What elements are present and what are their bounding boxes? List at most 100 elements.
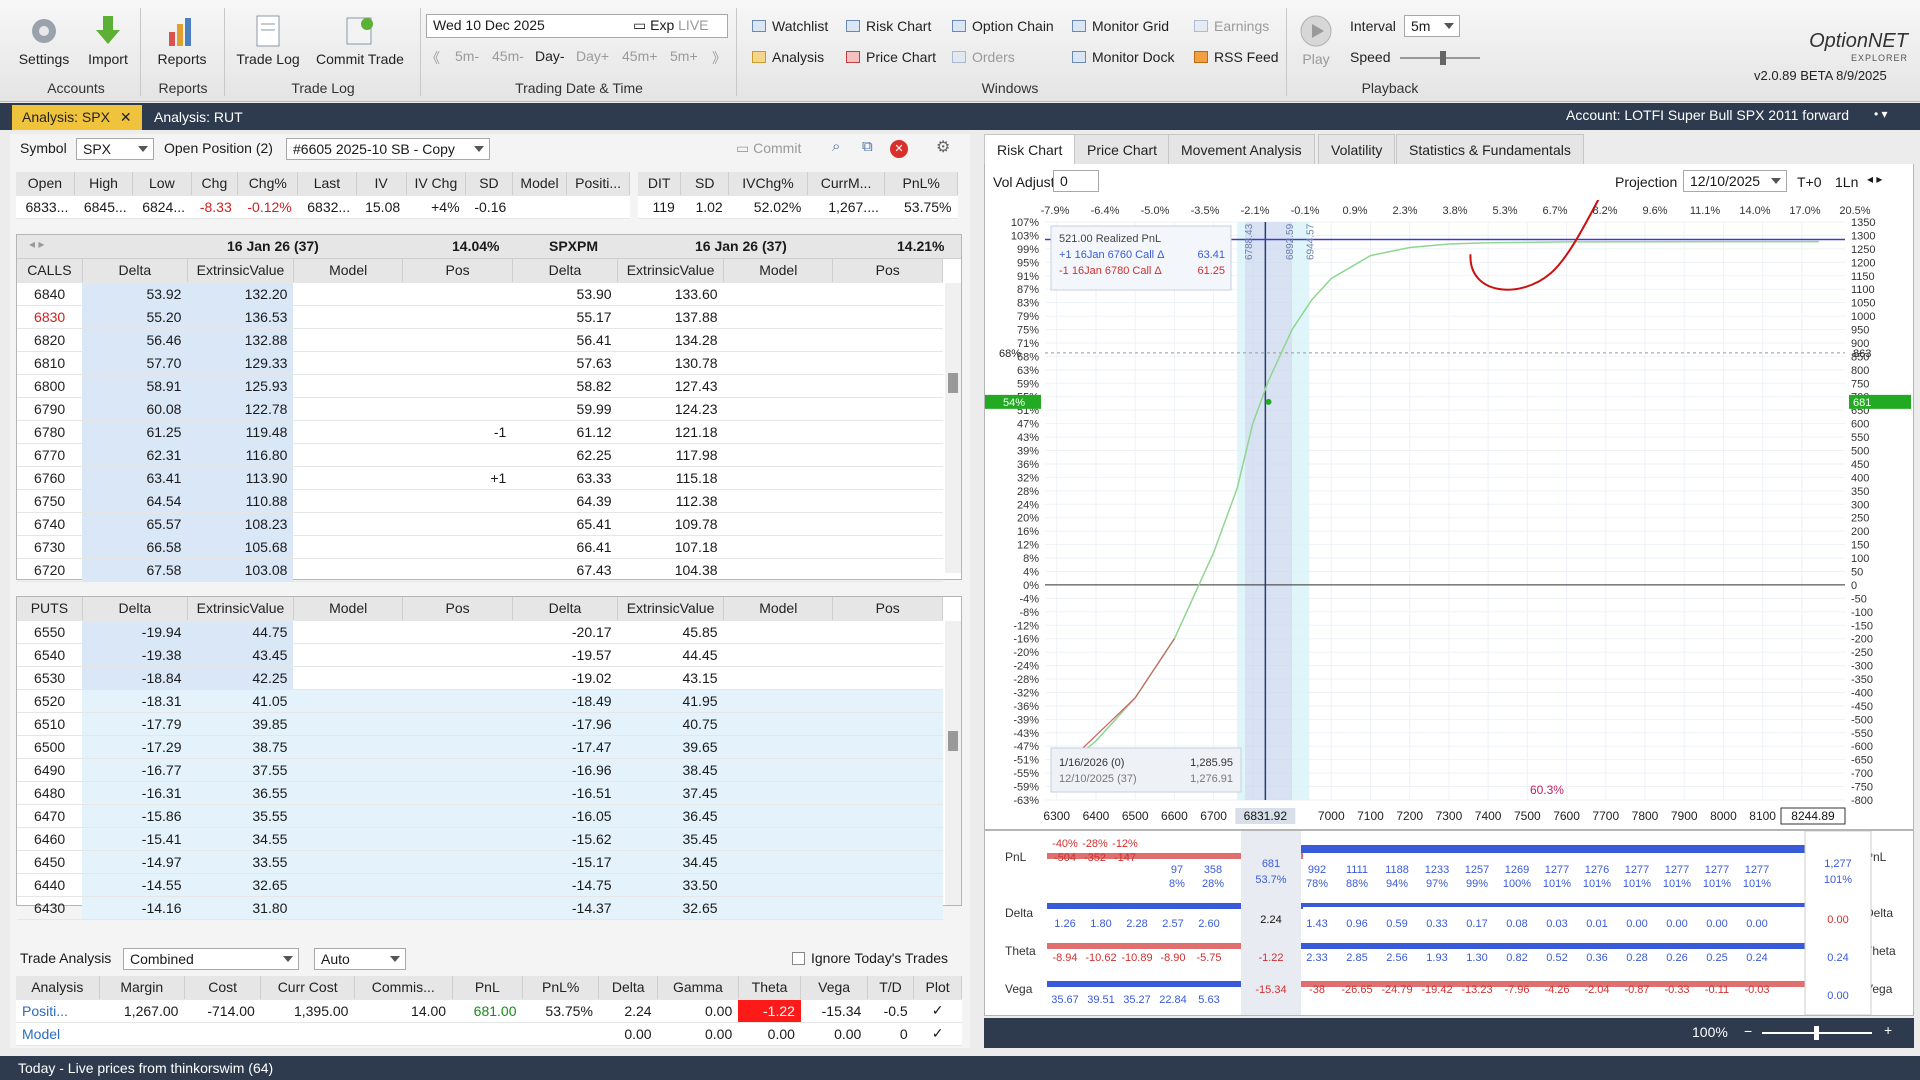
vega-cell: -4.26 [1544, 984, 1569, 996]
table-row[interactable]: 6460 -15.41 34.55 -15.62 35.45 [17, 827, 943, 851]
projection-date-input[interactable]: 12/10/2025 [1683, 170, 1787, 192]
nav-arrows-icon[interactable]: ◂ ▸ [29, 237, 44, 251]
scrollbar[interactable] [945, 621, 961, 905]
step-back-icon[interactable]: 《 [426, 48, 440, 68]
step-day-fwd[interactable]: Day+ [576, 48, 609, 64]
option-chain-button[interactable]: Option Chain [952, 18, 1054, 34]
pnl-cell: -352 [1084, 852, 1106, 864]
y2-tick-label: 450 [1851, 459, 1869, 471]
chart-tab[interactable]: Movement Analysis [1168, 134, 1315, 164]
table-row[interactable]: 6840 53.92 132.20 53.90 133.60 [17, 282, 943, 306]
table-row[interactable]: 6720 67.58 103.08 67.43 104.38 [17, 558, 943, 582]
table-row[interactable]: 6750 64.54 110.88 64.39 112.38 [17, 489, 943, 513]
vol-adjust-input[interactable]: 0 [1053, 170, 1099, 192]
step-45m-back[interactable]: 45m- [492, 48, 524, 64]
search-icon[interactable]: ⌕ [832, 138, 840, 155]
commit-trade-button[interactable]: Commit Trade [312, 14, 408, 67]
price-chart-button[interactable]: Price Chart [846, 49, 936, 65]
symbol-select[interactable]: SPX [76, 138, 154, 160]
table-row[interactable]: 6780 61.25 119.48 -1 61.12 121.18 [17, 420, 943, 444]
gear-icon[interactable]: ⚙ [936, 137, 950, 157]
analysis-button[interactable]: Analysis [752, 49, 824, 65]
trade-log-button[interactable]: Trade Log [232, 14, 304, 67]
table-row[interactable]: 6490 -16.77 37.55 -16.96 38.45 [17, 758, 943, 782]
pos-cell [832, 397, 943, 421]
table-row[interactable]: 6480 -16.31 36.55 -16.51 37.45 [17, 781, 943, 805]
close-icon[interactable]: ✕ [120, 109, 132, 125]
monitor-grid-button[interactable]: Monitor Grid [1072, 18, 1169, 34]
watchlist-button[interactable]: Watchlist [752, 18, 828, 34]
chart-tab[interactable]: Risk Chart [984, 134, 1076, 164]
cursor-pct-label: 68% [999, 348, 1021, 360]
step-45m-fwd[interactable]: 45m+ [622, 48, 657, 64]
trade-mode-select[interactable]: Combined [123, 948, 299, 970]
top-tick-label: -6.4% [1091, 205, 1120, 217]
zoom-out-icon[interactable]: − [1744, 1023, 1752, 1039]
y-tick-label: 36% [1017, 459, 1039, 471]
tab-analysis-spx[interactable]: Analysis: SPX ✕ [12, 105, 142, 130]
menu-icon[interactable]: • ▾ [1874, 107, 1888, 121]
table-row[interactable]: 6530 -18.84 42.25 -19.02 43.15 [17, 666, 943, 690]
scrollbar[interactable] [945, 283, 961, 573]
table-row[interactable]: 6500 -17.29 38.75 -17.47 39.65 [17, 735, 943, 759]
settings-button[interactable]: Settings [12, 14, 76, 67]
risk-chart-button[interactable]: Risk Chart [846, 18, 931, 34]
zoom-in-icon[interactable]: + [1884, 1022, 1892, 1038]
date-input[interactable]: Wed 10 Dec 2025 ▭ Exp LIVE [426, 14, 728, 38]
monitor-dock-button[interactable]: Monitor Dock [1072, 49, 1174, 65]
greek-label: Theta [1005, 944, 1036, 958]
step-5m-back[interactable]: 5m- [455, 48, 479, 64]
extrinsic-cell: 132.20 [187, 282, 294, 306]
import-button[interactable]: Import [80, 14, 136, 67]
table-row[interactable]: 6470 -15.86 35.55 -16.05 36.45 [17, 804, 943, 828]
greek-label: Vega [1005, 982, 1033, 996]
table-row[interactable]: 6540 -19.38 43.45 -19.57 44.45 [17, 643, 943, 667]
table-row[interactable]: 6790 60.08 122.78 59.99 124.23 [17, 397, 943, 421]
table-row[interactable]: 6450 -14.97 33.55 -15.17 34.45 [17, 850, 943, 874]
table-row[interactable]: 6800 58.91 125.93 58.82 127.43 [17, 374, 943, 398]
ignore-trades-checkbox[interactable]: Ignore Today's Trades [792, 950, 948, 966]
earnings-button[interactable]: Earnings [1194, 18, 1269, 34]
zoom-slider[interactable] [1762, 1026, 1872, 1040]
orders-button[interactable]: Orders [952, 49, 1015, 65]
table-row[interactable]: 6740 65.57 108.23 65.41 109.78 [17, 512, 943, 536]
commit-button[interactable]: ▭ Commit [736, 140, 801, 157]
step-fwd-icon[interactable]: 》 [712, 48, 726, 68]
table-row[interactable]: 6770 62.31 116.80 62.25 117.98 [17, 443, 943, 467]
table-row[interactable]: 6510 -17.79 39.85 -17.96 40.75 [17, 712, 943, 736]
table-row[interactable]: 6550 -19.94 44.75 -20.17 45.85 [17, 620, 943, 644]
table-row[interactable]: Model 0.00 0.00 0.00 0.00 0 ✓ [16, 1022, 962, 1046]
table-row[interactable]: 6830 55.20 136.53 55.17 137.88 [17, 305, 943, 329]
play-button[interactable]: Play [1296, 14, 1336, 67]
table-row[interactable]: 6760 63.41 113.90 +1 63.33 115.18 [17, 466, 943, 490]
copy-icon[interactable]: ⧉ [862, 138, 873, 155]
projection-nav-icon[interactable]: ◂ ▸ [1867, 172, 1882, 186]
delete-icon[interactable]: ✕ [890, 140, 908, 158]
speed-slider[interactable] [1400, 51, 1480, 65]
table-row[interactable]: Positi... 1,267.00 -714.00 1,395.00 14.00 681… [16, 999, 962, 1023]
right-theta: 0.24 [1827, 952, 1848, 964]
table-row[interactable]: 6440 -14.55 32.65 -14.75 33.50 [17, 873, 943, 897]
chart-tab[interactable]: Price Chart [1074, 134, 1171, 164]
interval-select[interactable]: 5m [1404, 15, 1460, 37]
rss-feed-button[interactable]: RSS Feed [1194, 49, 1279, 65]
top-tick-label: 17.0% [1789, 205, 1820, 217]
reports-button[interactable]: Reports [152, 14, 212, 67]
table-row[interactable]: 6820 56.46 132.88 56.41 134.28 [17, 328, 943, 352]
step-day-back[interactable]: Day- [535, 48, 565, 64]
chart-tab[interactable]: Volatility [1318, 134, 1396, 164]
model-cell [723, 620, 833, 644]
auto-select[interactable]: Auto [314, 948, 406, 970]
pos-cell [402, 735, 513, 759]
chart-tab[interactable]: Statistics & Fundamentals [1396, 134, 1584, 164]
y-tick-label: -63% [1013, 795, 1039, 807]
table-row[interactable]: 6810 57.70 129.33 57.63 130.78 [17, 351, 943, 375]
analysis-name: Positi... [16, 999, 100, 1023]
table-row[interactable]: 6730 66.58 105.68 66.41 107.18 [17, 535, 943, 559]
table-row[interactable]: 6430 -14.16 31.80 -14.37 32.65 [17, 896, 943, 920]
open-position-select[interactable]: #6605 2025-10 SB - Copy [286, 138, 490, 160]
step-5m-fwd[interactable]: 5m+ [670, 48, 698, 64]
strike-cell: 6510 [17, 712, 83, 736]
table-row[interactable]: 6520 -18.31 41.05 -18.49 41.95 [17, 689, 943, 713]
tab-analysis-rut[interactable]: Analysis: RUT [144, 105, 253, 130]
